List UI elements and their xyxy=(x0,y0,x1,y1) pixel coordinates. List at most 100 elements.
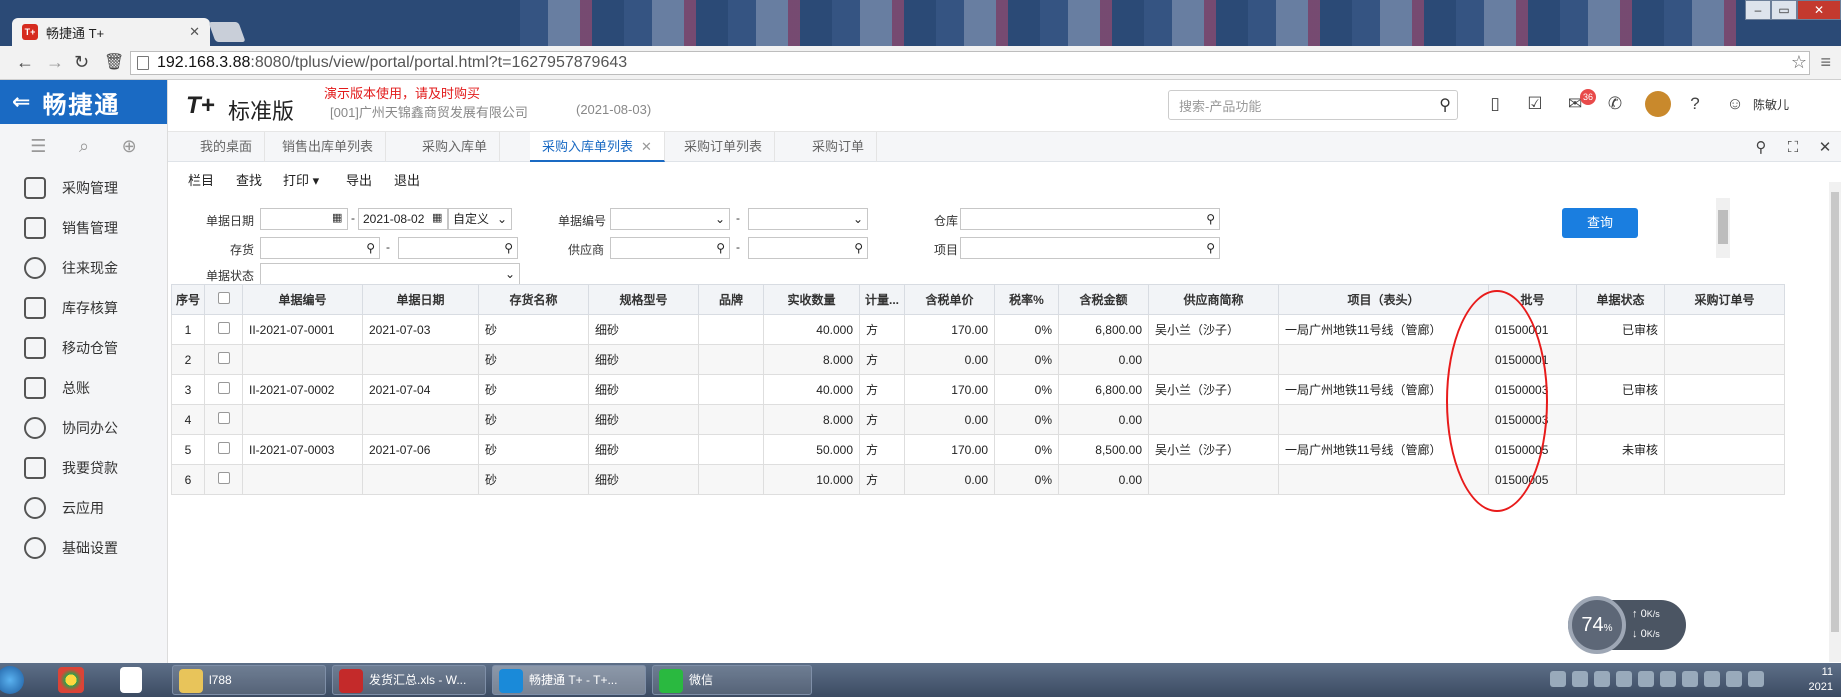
browser-menu-icon[interactable]: ≡ xyxy=(1820,52,1831,73)
col-header[interactable]: 含税金额 xyxy=(1058,284,1149,315)
col-header[interactable]: 供应商简称 xyxy=(1148,284,1279,315)
maximize-button[interactable]: ▭ xyxy=(1771,0,1797,20)
sidebar-item-inventory[interactable]: 库存核算 xyxy=(0,288,167,328)
start-button[interactable] xyxy=(0,663,30,697)
doc-no-from-select[interactable]: ⌄ xyxy=(610,208,730,230)
net-speed-widget[interactable]: 74% ↑ 0K/s ↓ 0K/s xyxy=(1568,596,1686,654)
volume-muted-icon[interactable] xyxy=(1572,671,1588,687)
print-button[interactable]: 打印 ▾ xyxy=(283,170,319,189)
query-button[interactable]: 查询 xyxy=(1562,208,1638,238)
row-checkbox[interactable] xyxy=(204,434,243,465)
forward-arrow-icon[interactable]: → xyxy=(46,52,64,73)
brand-bar[interactable]: ⇐ 畅捷通 xyxy=(0,80,167,124)
sidebar-item-office[interactable]: 协同办公 xyxy=(0,408,167,448)
tab-purchase-order-list[interactable]: 采购订单列表 xyxy=(672,132,776,162)
back-arrow-icon[interactable]: ← xyxy=(16,52,34,73)
calculator-icon[interactable]: ▯ xyxy=(1485,94,1505,114)
row-checkbox[interactable] xyxy=(204,464,243,495)
page-scrollbar[interactable] xyxy=(1829,182,1841,662)
col-header[interactable]: 序号 xyxy=(171,284,205,315)
bookmark-star-icon[interactable]: ☆ xyxy=(1791,52,1807,73)
monkey-assistant-icon[interactable] xyxy=(1645,91,1671,117)
download-icon[interactable] xyxy=(1616,671,1632,687)
network-x-icon[interactable] xyxy=(1638,671,1654,687)
col-header[interactable]: 含税单价 xyxy=(904,284,995,315)
find-button[interactable]: 查找 xyxy=(236,170,262,189)
col-header[interactable]: 单据日期 xyxy=(362,284,479,315)
tab-sales-out-list[interactable]: 销售出库单列表 xyxy=(270,132,387,162)
search-icon[interactable]: ⚲ xyxy=(1745,138,1777,156)
status-select[interactable]: ⌄ xyxy=(260,263,520,285)
fullscreen-icon[interactable]: ⛶ xyxy=(1777,139,1809,156)
tab-purchase-in-list[interactable]: 采购入库单列表 ✕ xyxy=(530,132,665,162)
browser-tab[interactable]: T+ 畅捷通 T+ ✕ xyxy=(12,18,210,46)
reload-icon[interactable]: ↻ xyxy=(74,52,89,73)
minimize-button[interactable]: – xyxy=(1745,0,1771,20)
col-header[interactable]: 项目（表头） xyxy=(1278,284,1489,315)
sidebar-item-cloud[interactable]: 云应用 xyxy=(0,488,167,528)
document-icon[interactable] xyxy=(120,667,142,693)
table-row[interactable]: 1 II-2021-07-0001 2021-07-03 砂细砂 40.000 方 170.… xyxy=(171,314,1785,345)
demo-notice[interactable]: 演示版本使用，请及时购买 xyxy=(324,83,480,102)
search-doc-icon[interactable]: ⌕ xyxy=(79,136,89,157)
columns-button[interactable]: 栏目 xyxy=(188,170,214,189)
calendar-icon[interactable]: ▦ xyxy=(332,211,342,224)
sidebar-item-purchase[interactable]: 采购管理 xyxy=(0,168,167,208)
sidebar-item-settings[interactable]: 基础设置 xyxy=(0,528,167,568)
shield-icon[interactable] xyxy=(1594,671,1610,687)
exit-button[interactable]: 退出 xyxy=(394,170,420,189)
tray-app-icon[interactable] xyxy=(1550,671,1566,687)
search-icon[interactable]: ⚲ xyxy=(1439,95,1451,115)
col-header[interactable]: 采购订单号 xyxy=(1664,284,1785,315)
tab-desktop[interactable]: 我的桌面 xyxy=(188,132,266,162)
row-checkbox[interactable] xyxy=(204,314,243,345)
supplier-from-input[interactable]: ⚲ xyxy=(610,237,730,259)
date-mode-select[interactable]: 自定义 ⌄ xyxy=(448,208,512,230)
col-header[interactable]: 品牌 xyxy=(698,284,764,315)
project-input[interactable]: ⚲ xyxy=(960,237,1220,259)
system-clock[interactable]: 11 2021 xyxy=(1809,665,1833,695)
doc-no-to-select[interactable]: ⌄ xyxy=(748,208,868,230)
supplier-to-input[interactable]: ⚲ xyxy=(748,237,868,259)
inventory-to-input[interactable]: ⚲ xyxy=(398,237,518,259)
inventory-from-input[interactable]: ⚲ xyxy=(260,237,380,259)
col-header[interactable]: 计量... xyxy=(859,284,905,315)
calendar-icon[interactable]: ▦ xyxy=(432,211,442,224)
col-header[interactable]: 实收数量 xyxy=(763,284,860,315)
monitor-icon[interactable] xyxy=(1704,671,1720,687)
taskbar-window-wechat[interactable]: 微信 xyxy=(652,665,812,695)
chrome-icon[interactable] xyxy=(58,667,84,693)
table-row[interactable]: 6 砂细砂 10.000 方 0.00 0% 0.00 01500005 xyxy=(171,464,1785,495)
user-icon[interactable]: ☺ xyxy=(1725,94,1745,114)
col-header[interactable]: 规格型号 xyxy=(588,284,699,315)
row-checkbox[interactable] xyxy=(204,404,243,435)
sidebar-item-loan[interactable]: 我要贷款 xyxy=(0,448,167,488)
close-tab-icon[interactable]: ✕ xyxy=(189,24,200,40)
col-header[interactable]: 单据状态 xyxy=(1576,284,1665,315)
help-icon[interactable]: ? xyxy=(1685,94,1705,114)
taskbar-window-excel[interactable]: 发货汇总.xls - W... xyxy=(332,665,486,695)
col-header[interactable]: 税率% xyxy=(994,284,1059,315)
sidebar-item-mobile-warehouse[interactable]: 移动仓管 xyxy=(0,328,167,368)
wechat-tray-icon[interactable] xyxy=(1682,671,1698,687)
col-header[interactable]: 存货名称 xyxy=(478,284,589,315)
signal-icon[interactable] xyxy=(1726,671,1742,687)
product-search-input[interactable]: 搜索-产品功能 ⚲ xyxy=(1168,90,1458,120)
tab-purchase-order[interactable]: 采购订单 xyxy=(800,132,878,162)
warehouse-input[interactable]: ⚲ xyxy=(960,208,1220,230)
new-tab-button[interactable] xyxy=(208,22,246,42)
url-field[interactable]: 192.168.3.88 :8080/tplus/view/portal/por… xyxy=(130,51,1810,75)
col-header[interactable]: 单据编号 xyxy=(242,284,363,315)
row-checkbox[interactable] xyxy=(204,344,243,375)
close-icon[interactable]: ✕ xyxy=(1809,138,1841,156)
trash-icon[interactable]: 🗑 xyxy=(104,52,124,72)
menu-icon[interactable]: ☰ xyxy=(30,136,46,157)
add-doc-icon[interactable]: ⊕ xyxy=(122,136,137,157)
checklist-icon[interactable]: ☑ xyxy=(1525,94,1545,114)
select-all-checkbox[interactable] xyxy=(204,284,243,315)
taskbar-window-tplus[interactable]: 畅捷通 T+ - T+... xyxy=(492,665,646,695)
close-tab-icon[interactable]: ✕ xyxy=(641,139,652,154)
user-name[interactable]: 陈敏儿 xyxy=(1753,96,1789,113)
power-icon[interactable] xyxy=(1748,671,1764,687)
export-button[interactable]: 导出 xyxy=(346,170,372,189)
